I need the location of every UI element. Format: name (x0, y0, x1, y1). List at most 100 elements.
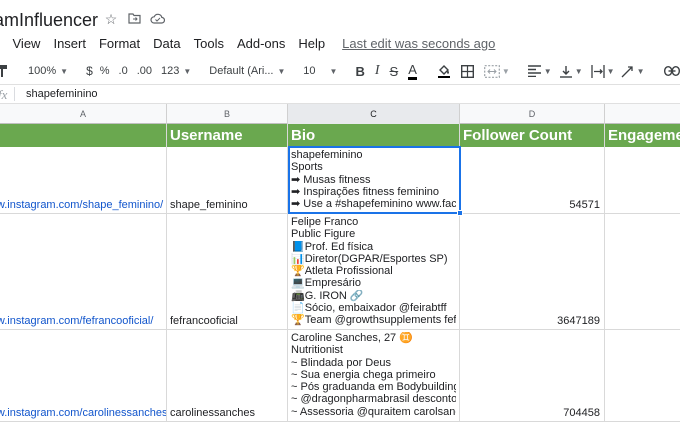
horizontal-align-icon[interactable] (527, 60, 541, 82)
bio-line: ➡ Inspirações fitness feminino (291, 185, 440, 198)
url-cell[interactable]: https://www.instagram.com/fefrancooficia… (0, 214, 167, 329)
bio-line: Sports (291, 161, 323, 174)
column-headers: A B C D (0, 104, 680, 124)
font-size-select[interactable]: 10 ▼ (303, 60, 337, 82)
bio-line: 🏆Team @growthsupplements fefrancooficial (291, 314, 456, 327)
chevron-down-icon: ▼ (329, 66, 338, 76)
menu-insert[interactable]: Insert (53, 36, 86, 51)
table-row: https://www.instagram.com/fefrancooficia… (0, 214, 680, 330)
strikethrough-button[interactable]: S (390, 60, 399, 82)
more-formats-select[interactable]: 123 ▼ (161, 60, 191, 82)
toolbar: 100% ▼ $ % .0 .00 123 ▼ Default (Ari... ▼ 1… (0, 58, 680, 84)
bio-line: Nutritionist (291, 344, 343, 357)
bio-line: ~ Blindada por Deus (291, 356, 391, 369)
profile-link[interactable]: https://www.instagram.com/fefrancooficia… (0, 315, 153, 327)
merge-cells-icon[interactable] (483, 60, 500, 82)
bio-line: 🏆Atleta Profissional (291, 265, 393, 278)
header-cell-engagement[interactable]: Engagemen (605, 124, 680, 147)
chevron-down-icon: ▼ (543, 66, 552, 76)
bio-line: 📠G. IRON 🔗 (291, 289, 364, 302)
paint-format-icon[interactable] (0, 60, 8, 82)
bio-line: ~ Sua energia chega primeiro (291, 368, 436, 381)
insert-link-icon[interactable] (664, 60, 680, 82)
chevron-down-icon: ▼ (183, 66, 192, 76)
column-header-a[interactable]: A (0, 104, 167, 124)
fill-color-icon[interactable] (437, 60, 451, 82)
column-header-c[interactable]: C (288, 104, 460, 124)
font-value: Default (Ari... (209, 65, 274, 77)
menu-addons[interactable]: Add-ons (237, 36, 285, 51)
header-cell-bio[interactable]: Bio (288, 124, 460, 147)
engagement-cell[interactable] (605, 330, 680, 421)
font-select[interactable]: Default (Ari... ▼ (209, 60, 285, 82)
header-row: Username Bio Follower Count Engagemen (0, 124, 680, 147)
text-rotation-icon[interactable] (621, 60, 635, 82)
table-row: https://www.instagram.com/carolinessanch… (0, 330, 680, 422)
column-header-d[interactable]: D (460, 104, 605, 124)
profile-link[interactable]: https://www.instagram.com/shape_feminino… (0, 199, 163, 211)
zoom-select[interactable]: 100% ▼ (28, 60, 68, 82)
follower-count-cell[interactable]: 3647189 (460, 214, 605, 329)
bio-cell[interactable]: Felipe Franco Public Figure 📘Prof. Ed fí… (288, 214, 460, 329)
last-edit-link[interactable]: Last edit was seconds ago (342, 36, 495, 51)
bio-line: shapefeminino (291, 149, 363, 161)
username-text: carolinessanches (170, 407, 255, 419)
header-cell-url[interactable] (0, 124, 167, 147)
chevron-down-icon: ▼ (606, 66, 615, 76)
decrease-decimals-button[interactable]: .0 (119, 60, 128, 82)
increase-decimals-button[interactable]: .00 (137, 60, 152, 82)
formula-bar-divider (14, 87, 15, 101)
bio-line: Felipe Franco (291, 216, 359, 228)
bio-line: ➡ Musas fitness (291, 173, 371, 186)
cloud-saved-icon[interactable] (150, 12, 166, 26)
document-title[interactable]: ramInfluencer (0, 10, 98, 31)
bio-cell[interactable]: shapefeminino Sports ➡ Musas fitness ➡ I… (288, 147, 460, 213)
chevron-down-icon: ▼ (277, 66, 286, 76)
header-cell-username[interactable]: Username (167, 124, 288, 147)
bio-line: ~ @dragonpharmabrasil desconto: CAROL (291, 393, 456, 406)
engagement-cell[interactable] (605, 214, 680, 329)
fx-icon: fx (0, 87, 8, 102)
chevron-down-icon: ▼ (501, 66, 510, 76)
bio-line: Public Figure (291, 228, 356, 241)
profile-link[interactable]: https://www.instagram.com/carolinessanch… (0, 407, 166, 419)
chevron-down-icon: ▼ (60, 66, 69, 76)
header-cell-follower-count[interactable]: Follower Count (460, 124, 605, 147)
column-header-b[interactable]: B (167, 104, 288, 124)
menu-view[interactable]: View (13, 36, 41, 51)
bio-line: 📄Sócio, embaixador @feirabtff (291, 302, 447, 315)
url-cell[interactable]: https://www.instagram.com/shape_feminino… (0, 147, 167, 213)
text-wrap-icon[interactable] (590, 60, 605, 82)
username-cell[interactable]: carolinessanches (167, 330, 288, 421)
follower-count-cell[interactable]: 54571 (460, 147, 605, 213)
url-cell[interactable]: https://www.instagram.com/carolinessanch… (0, 330, 167, 421)
text-color-icon: A (408, 62, 417, 80)
text-color-button[interactable]: A (408, 60, 417, 82)
italic-button[interactable]: I (375, 60, 380, 82)
bio-cell[interactable]: Caroline Sanches, 27 ♊ Nutritionist ~ Bl… (288, 330, 460, 421)
move-to-folder-icon[interactable] (127, 12, 141, 26)
bio-line: 💻Empresário (291, 277, 361, 290)
percent-format-button[interactable]: % (100, 60, 110, 82)
bio-line: ~ Assessoria @quraitem carolsanches (291, 405, 456, 418)
menu-help[interactable]: Help (298, 36, 325, 51)
follower-count-text: 704458 (563, 407, 600, 419)
menu-format[interactable]: Format (99, 36, 140, 51)
currency-format-button[interactable]: $ (86, 60, 93, 82)
title-icons: ☆ (104, 12, 166, 26)
bio-line: Caroline Sanches, 27 ♊ (291, 332, 413, 344)
bold-button[interactable]: B (355, 60, 364, 82)
column-header-e[interactable] (605, 104, 680, 124)
star-icon[interactable]: ☆ (104, 12, 118, 26)
follower-count-cell[interactable]: 704458 (460, 330, 605, 421)
vertical-align-icon[interactable] (559, 60, 572, 82)
formula-input[interactable]: shapefeminino (26, 88, 98, 100)
menu-tools[interactable]: Tools (194, 36, 224, 51)
engagement-cell[interactable] (605, 147, 680, 213)
menu-data[interactable]: Data (153, 36, 180, 51)
username-cell[interactable]: shape_feminino (167, 147, 288, 213)
table-row: https://www.instagram.com/shape_feminino… (0, 147, 680, 214)
username-cell[interactable]: fefrancooficial (167, 214, 288, 329)
username-text: shape_feminino (170, 199, 248, 211)
borders-icon[interactable] (460, 60, 474, 82)
